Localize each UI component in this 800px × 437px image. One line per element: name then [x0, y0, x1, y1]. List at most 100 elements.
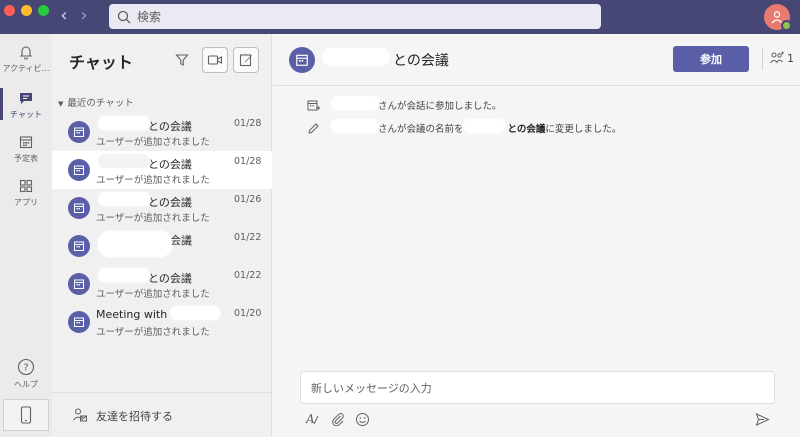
conversation-header: との会議 参加 1	[273, 34, 800, 86]
participants-button[interactable]: 1	[769, 51, 794, 65]
invite-people-icon	[73, 408, 87, 422]
avatar[interactable]	[764, 4, 792, 31]
attach-button[interactable]	[329, 410, 347, 428]
redacted-name	[331, 96, 379, 110]
chat-date: 01/28	[234, 156, 262, 167]
format-text-icon: A	[305, 412, 319, 426]
participants-icon	[770, 51, 784, 64]
help-icon: ?	[17, 358, 35, 376]
redacted-name	[170, 306, 220, 320]
redacted-name	[331, 119, 379, 133]
redacted-name	[323, 48, 389, 66]
chat-icon	[20, 93, 32, 104]
zoom-window-button[interactable]	[38, 5, 49, 16]
rail-label-activity: アクティビ…	[2, 64, 50, 73]
rail-item-apps[interactable]: アプリ	[0, 178, 52, 208]
chat-list-pane: チャット ▼ 最近のチャット との会議 ユーザーが追加されました 01/28 との…	[52, 34, 272, 437]
svg-text:?: ?	[23, 363, 28, 374]
chat-date: 01/22	[234, 232, 262, 243]
rail-item-activity[interactable]: アクティビ…	[0, 44, 52, 74]
meeting-calendar-icon	[68, 121, 90, 143]
send-icon	[755, 412, 770, 426]
rail-label-calendar: 予定表	[14, 154, 38, 163]
meeting-calendar-icon	[289, 47, 315, 73]
calendar-join-icon	[307, 100, 320, 110]
chat-list-item[interactable]: 会議 01/22	[52, 227, 272, 265]
rail-item-chat[interactable]: チャット	[0, 88, 52, 120]
filter-icon	[175, 54, 189, 66]
section-label-recent[interactable]: ▼ 最近のチャット	[58, 95, 134, 109]
chat-date: 01/26	[234, 194, 262, 205]
rail-item-help[interactable]: ? ヘルプ	[0, 358, 52, 390]
event-text-suffix: に変更しました。	[545, 124, 622, 135]
paperclip-icon	[332, 413, 344, 426]
chat-list-item[interactable]: Meeting with ユーザーが追加されました 01/20	[52, 303, 272, 341]
meeting-calendar-icon	[68, 311, 90, 333]
chat-preview: ユーザーが追加されました	[96, 213, 210, 224]
status-badge	[781, 20, 792, 31]
redacted-name	[98, 192, 150, 206]
minimize-window-button[interactable]	[21, 5, 32, 16]
search-icon	[117, 10, 131, 23]
chat-list-title: チャット	[69, 53, 133, 72]
invite-label: 友達を招待する	[96, 410, 173, 423]
invite-friends-button[interactable]: 友達を招待する	[52, 392, 271, 437]
send-button[interactable]	[753, 410, 771, 428]
chat-list-item[interactable]: との会議 ユーザーが追加されました 01/26	[52, 189, 272, 227]
rail-label-apps: アプリ	[14, 198, 38, 207]
emoji-icon	[355, 412, 369, 426]
calendar-icon	[19, 136, 33, 149]
emoji-button[interactable]	[353, 410, 371, 428]
meeting-calendar-icon	[68, 159, 90, 181]
redacted-name	[98, 116, 150, 130]
video-icon	[207, 55, 223, 65]
rail-item-calendar[interactable]: 予定表	[0, 134, 52, 164]
join-button[interactable]: 参加	[673, 46, 749, 72]
meet-now-button[interactable]	[202, 47, 228, 73]
chat-preview: ユーザーが追加されました	[96, 175, 210, 186]
filter-button[interactable]	[169, 47, 195, 73]
redacted-name	[98, 154, 150, 168]
meeting-calendar-icon	[68, 235, 90, 257]
format-button[interactable]: A	[304, 410, 322, 428]
redacted-name	[98, 268, 150, 282]
phone-icon	[20, 406, 32, 424]
chat-preview: ユーザーが追加されました	[96, 289, 210, 300]
rail-label-chat: チャット	[10, 110, 42, 119]
bell-icon	[19, 46, 33, 60]
search-input[interactable]	[137, 9, 577, 24]
message-input[interactable]	[311, 379, 761, 397]
chat-preview: ユーザーが追加されました	[96, 137, 210, 148]
app-rail: アクティビ… チャット 予定表 アプリ ? ヘルプ	[0, 34, 52, 437]
mobile-device-button[interactable]	[3, 399, 49, 431]
forward-button[interactable]: ›	[75, 6, 93, 26]
back-button[interactable]: ‹	[55, 6, 73, 26]
caret-down-icon: ▼	[58, 100, 64, 108]
meeting-calendar-icon	[68, 273, 90, 295]
redacted-name	[463, 119, 505, 133]
close-window-button[interactable]	[4, 5, 15, 16]
chat-list-item[interactable]: との会議 ユーザーが追加されました 01/28	[52, 113, 272, 151]
participant-count: 1	[787, 51, 794, 65]
new-chat-button[interactable]	[233, 47, 259, 73]
chat-date: 01/22	[234, 270, 262, 281]
pencil-icon	[308, 122, 319, 134]
compose-box[interactable]	[300, 371, 775, 404]
chat-date: 01/20	[234, 308, 262, 319]
event-text-bold: との会議	[507, 124, 546, 135]
chat-preview: ユーザーが追加されました	[96, 327, 210, 338]
chat-date: 01/28	[234, 118, 262, 129]
title-bar: ‹ ›	[0, 0, 800, 34]
rail-label-help: ヘルプ	[14, 380, 38, 389]
redacted-name	[98, 231, 172, 257]
meeting-calendar-icon	[68, 197, 90, 219]
chat-list-item[interactable]: との会議 ユーザーが追加されました 01/22	[52, 265, 272, 303]
search-box[interactable]	[109, 4, 601, 29]
section-label-text: 最近のチャット	[67, 98, 134, 109]
apps-icon	[19, 179, 33, 193]
svg-text:A: A	[305, 412, 315, 426]
header-divider	[762, 48, 763, 70]
compose-icon	[239, 54, 252, 67]
chat-list-item-selected[interactable]: との会議 ユーザーが追加されました 01/28	[52, 151, 272, 189]
conversation-pane: との会議 参加 1 さんが会話に参加しました。 さんが会議の名前を との会議 に変更…	[273, 34, 800, 437]
